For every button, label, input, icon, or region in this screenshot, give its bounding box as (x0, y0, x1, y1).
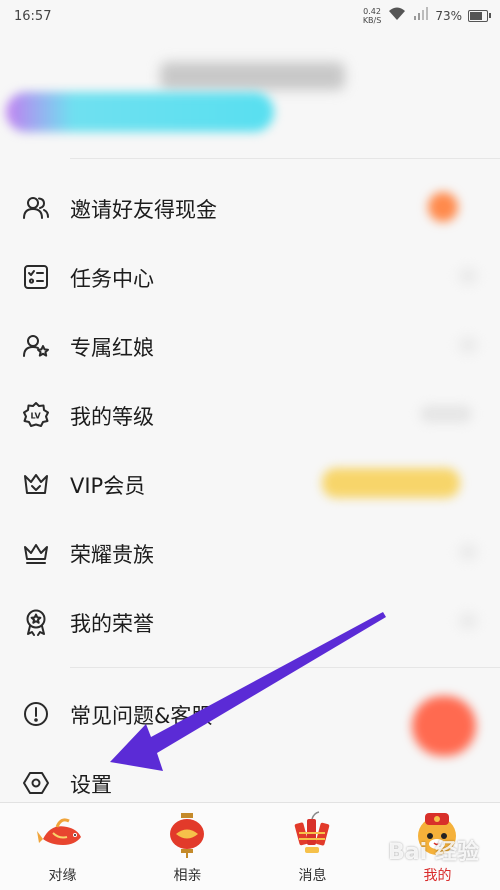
signal-icon (413, 7, 429, 25)
tab-label: 对缘 (48, 868, 77, 884)
tab-xiaoxi[interactable]: 消息 (250, 803, 375, 890)
watermark: Bai 经验 (388, 840, 479, 865)
menu-item-task-center[interactable]: 任务中心 (0, 249, 500, 305)
info-circle-icon (22, 700, 50, 728)
status-bar: 16:57 0.42 KB/S 73% (0, 0, 500, 36)
blurred-badge (322, 468, 460, 498)
menu-item-label: 我的荣誉 (70, 612, 154, 636)
blurred-badge (428, 192, 458, 222)
menu-item-label: 专属红娘 (70, 336, 154, 360)
network-speed-value: 0.42 (363, 7, 381, 16)
battery-percent: 73% (435, 9, 462, 23)
menu-item-label: VIP会员 (70, 474, 146, 498)
menu-item-label: 任务中心 (70, 267, 154, 291)
menu-item-faq-support[interactable]: 常见问题&客服 (0, 686, 500, 756)
divider (70, 158, 500, 159)
honor-medal-icon (22, 608, 50, 636)
tab-label: 消息 (298, 868, 327, 884)
blurred-badge (420, 405, 472, 423)
menu-item-noble[interactable]: 荣耀贵族 (0, 525, 500, 581)
menu-item-matchmaker[interactable]: 专属红娘 (0, 318, 500, 374)
status-indicators: 0.42 KB/S 73% (363, 6, 491, 26)
red-lantern-icon (162, 809, 212, 859)
koi-fish-icon (37, 809, 87, 859)
divider (70, 667, 500, 668)
menu-item-label: 荣耀贵族 (70, 543, 154, 567)
vip-crown-icon (22, 470, 50, 498)
menu-item-my-honor[interactable]: 我的荣誉 (0, 594, 500, 650)
menu-item-label: 常见问题&客服 (70, 704, 213, 728)
menu-item-invite-friends[interactable]: 邀请好友得现金 (0, 180, 500, 236)
blurred-badge (458, 612, 478, 630)
profile-header[interactable] (0, 40, 500, 150)
task-checklist-icon (22, 263, 50, 291)
tab-duiyuan[interactable]: 对缘 (0, 803, 125, 890)
menu-item-label: 我的等级 (70, 405, 154, 429)
settings-hexagon-icon (22, 769, 50, 797)
menu-item-my-level[interactable]: LV 我的等级 (0, 387, 500, 443)
noble-crown-icon (22, 539, 50, 567)
tab-xiangqin[interactable]: 相亲 (125, 803, 250, 890)
svg-text:LV: LV (31, 412, 42, 421)
network-speed-unit: KB/S (362, 16, 382, 25)
firecracker-icon (287, 809, 337, 859)
blurred-badge (458, 336, 478, 354)
blurred-badge (458, 543, 478, 561)
blurred-badge (458, 267, 478, 285)
blurred-floating-badge[interactable] (412, 696, 476, 756)
matchmaker-star-icon (22, 332, 50, 360)
tab-label: 我的 (423, 868, 452, 884)
battery-fill (470, 12, 482, 20)
battery-icon (468, 10, 491, 22)
network-speed: 0.42 KB/S (363, 7, 382, 25)
menu-item-vip[interactable]: VIP会员 (0, 456, 500, 512)
status-time: 16:57 (14, 9, 52, 24)
blurred-username (160, 62, 345, 90)
blurred-promo-banner[interactable] (6, 92, 274, 132)
people-icon (22, 194, 50, 222)
menu-item-label: 邀请好友得现金 (70, 198, 217, 222)
tab-label: 相亲 (173, 868, 202, 884)
level-badge-icon: LV (22, 401, 50, 429)
wifi-icon (387, 6, 407, 26)
menu-item-label: 设置 (70, 773, 112, 797)
